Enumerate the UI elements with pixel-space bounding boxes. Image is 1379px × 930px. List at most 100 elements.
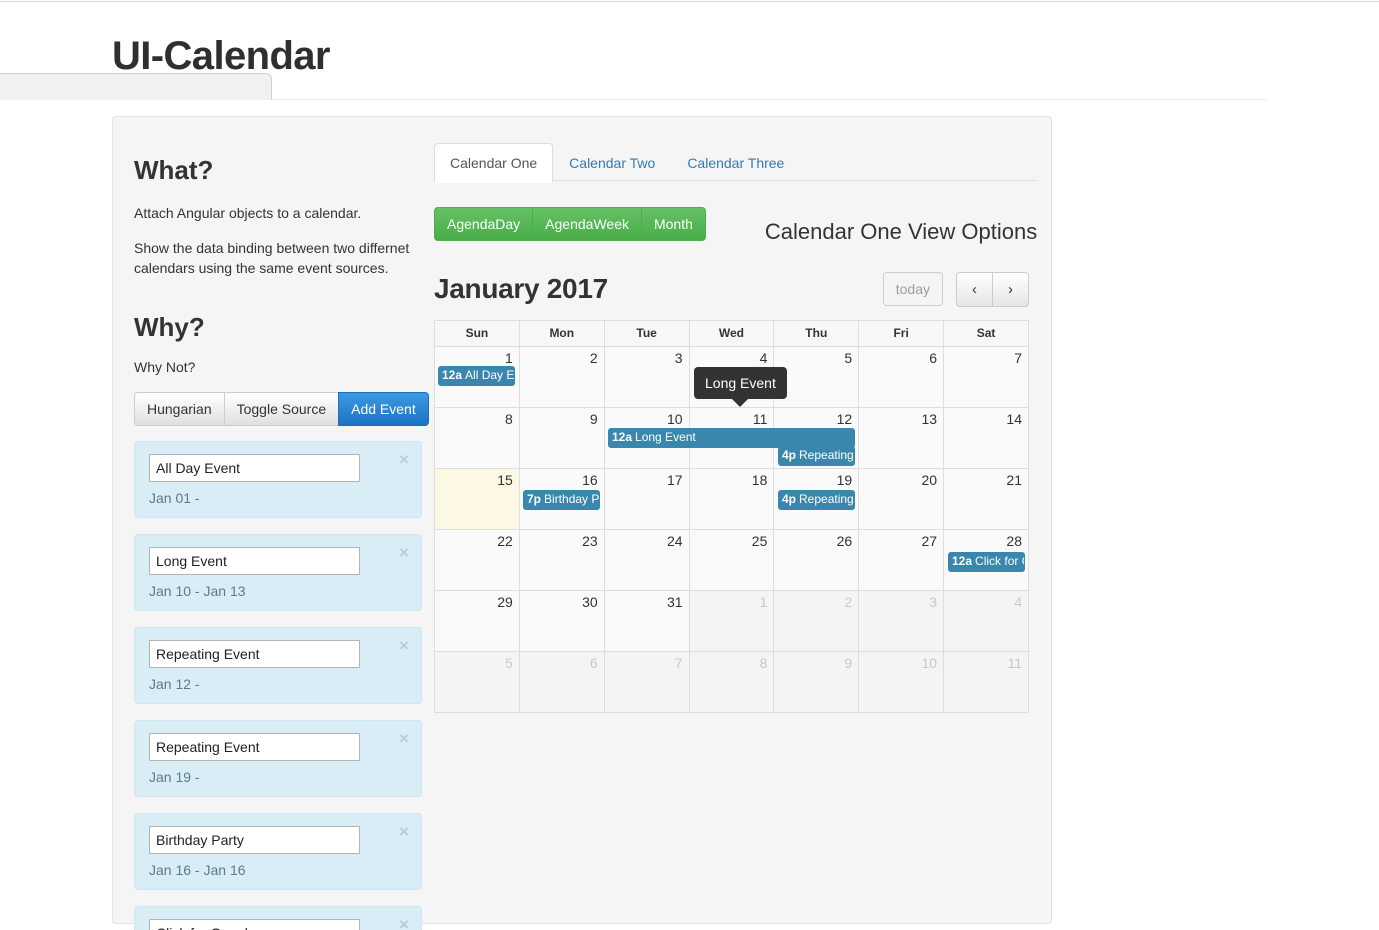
calendar-day-cell[interactable]: 10 bbox=[858, 651, 945, 713]
calendar-day-cell[interactable]: 21 bbox=[943, 468, 1029, 530]
calendar-day-cell[interactable]: 31 bbox=[603, 590, 690, 652]
day-number: 31 bbox=[666, 594, 683, 610]
calendar-event[interactable]: 12a Long Event bbox=[608, 428, 855, 448]
month-button[interactable]: Month bbox=[640, 207, 706, 241]
weekday-header-thu: Thu bbox=[773, 320, 860, 347]
day-number: 1 bbox=[505, 350, 513, 366]
calendar-week-row: 22 23 24 25 26 27 28 bbox=[434, 529, 1029, 591]
calendar-day-cell[interactable]: 6 bbox=[858, 346, 945, 408]
event-title-input[interactable] bbox=[149, 733, 360, 761]
calendar-day-cell[interactable]: 17 bbox=[603, 468, 690, 530]
remove-event-icon[interactable]: × bbox=[399, 730, 409, 747]
tab-calendar-two[interactable]: Calendar Two bbox=[553, 143, 671, 183]
calendar-day-cell[interactable]: 29 bbox=[434, 590, 520, 652]
event-title-input[interactable] bbox=[149, 454, 360, 482]
remove-event-icon[interactable]: × bbox=[399, 916, 409, 930]
agendaday-button[interactable]: AgendaDay bbox=[434, 207, 534, 241]
day-number: 14 bbox=[1006, 411, 1022, 427]
calendar-event[interactable]: 12a All Day E bbox=[438, 366, 515, 386]
remove-event-icon[interactable]: × bbox=[399, 823, 409, 840]
calendar-day-cell[interactable]: 8 bbox=[434, 407, 520, 469]
page-bottom-strip bbox=[0, 43, 112, 73]
prev-month-button[interactable]: ‹ bbox=[956, 271, 993, 307]
calendar-day-cell[interactable]: 11 bbox=[943, 651, 1029, 713]
calendar-day-cell[interactable]: 4 bbox=[943, 590, 1029, 652]
tab-item[interactable]: Calendar One bbox=[434, 143, 554, 183]
calendar-content: Calendar One Calendar Two Calendar Three A… bbox=[433, 117, 1057, 923]
calendar-day-cell[interactable]: 9 bbox=[518, 407, 605, 469]
tab-item[interactable]: Calendar Three bbox=[671, 143, 800, 181]
weekday-header-wed: Wed bbox=[688, 320, 775, 347]
event-title-input[interactable] bbox=[149, 640, 360, 668]
toggle-source-button[interactable]: Toggle Source bbox=[223, 392, 340, 426]
event-title-input[interactable] bbox=[149, 547, 360, 575]
calendar-day-cell[interactable]: 20 bbox=[858, 468, 945, 530]
day-number: 16 bbox=[582, 472, 598, 488]
event-time: 4p bbox=[782, 492, 797, 506]
calendar-day-cell[interactable]: 2 bbox=[773, 590, 860, 652]
calendar-day-cell[interactable]: 23 bbox=[518, 529, 605, 591]
calendar-day-cell[interactable]: 27 bbox=[858, 529, 945, 591]
sidebar-event-card: × Jan 19 - bbox=[134, 720, 422, 797]
calendar-day-cell[interactable]: 14 bbox=[943, 407, 1029, 469]
event-tooltip: Long Event bbox=[694, 367, 787, 407]
event-date-range: Jan 01 - bbox=[149, 490, 200, 506]
day-number: 20 bbox=[921, 472, 938, 488]
calendar-day-cell[interactable]: 22 bbox=[434, 529, 520, 591]
agendaweek-button[interactable]: AgendaWeek bbox=[532, 207, 642, 241]
calendar-day-cell[interactable]: 25 bbox=[688, 529, 775, 591]
page-root: UI-Calendar What? Attach Angular objects… bbox=[0, 0, 1379, 930]
event-time: 12a bbox=[442, 368, 463, 382]
calendar-nav: today ‹ › bbox=[882, 271, 1029, 307]
calendar-day-cell[interactable]: 24 bbox=[603, 529, 690, 591]
day-number: 8 bbox=[505, 411, 513, 427]
today-button[interactable]: today bbox=[882, 272, 943, 306]
calendar-day-cell[interactable]: 1 bbox=[688, 590, 775, 652]
calendar-day-cell[interactable]: 5 bbox=[434, 651, 520, 713]
event-date-range: Jan 10 - Jan 13 bbox=[149, 583, 246, 599]
tab-calendar-three[interactable]: Calendar Three bbox=[671, 143, 800, 183]
next-month-button[interactable]: › bbox=[992, 271, 1029, 307]
add-event-button[interactable]: Add Event bbox=[338, 392, 429, 426]
day-number: 9 bbox=[844, 655, 853, 671]
day-number: 13 bbox=[921, 411, 938, 427]
calendar-event[interactable]: 4p Repeating bbox=[778, 490, 855, 510]
remove-event-icon[interactable]: × bbox=[399, 544, 409, 561]
weekday-header-sat: Sat bbox=[943, 320, 1029, 347]
calendar-day-cell[interactable]: 7 bbox=[943, 346, 1029, 408]
calendar-event[interactable]: 4p Repeating bbox=[778, 446, 855, 466]
day-number: 7 bbox=[674, 655, 683, 671]
calendar-day-cell[interactable]: 7 bbox=[603, 651, 690, 713]
event-title-input[interactable] bbox=[149, 826, 360, 854]
day-number: 22 bbox=[497, 533, 513, 549]
tab-item[interactable]: Calendar Two bbox=[553, 143, 671, 181]
event-title-input[interactable] bbox=[149, 919, 360, 930]
main-panel: What? Attach Angular objects to a calend… bbox=[112, 116, 1052, 930]
event-date-range: Jan 16 - Jan 16 bbox=[149, 862, 246, 878]
calendar-day-cell[interactable]: 9 bbox=[773, 651, 860, 713]
calendar-day-cell[interactable]: 13 bbox=[858, 407, 945, 469]
tab-calendar-one[interactable]: Calendar One bbox=[434, 143, 554, 183]
day-number: 15 bbox=[497, 472, 513, 488]
page-title: UI-Calendar bbox=[112, 34, 331, 78]
calendar-event[interactable]: 7p Birthday P bbox=[523, 490, 600, 510]
calendar-day-cell[interactable]: 26 bbox=[773, 529, 860, 591]
event-title: Repeating bbox=[799, 492, 854, 506]
calendar-day-cell[interactable]: 3 bbox=[858, 590, 945, 652]
calendar-day-cell[interactable]: 30 bbox=[518, 590, 605, 652]
view-options-title: Calendar One View Options bbox=[764, 218, 1038, 244]
calendar-grid-wrapper: Sun Mon Tue Wed Thu Fri Sat 1 2 3 4 5 6 7 8 9 10 11 12 13 1… bbox=[434, 320, 1029, 713]
day-number: 1 bbox=[759, 594, 768, 610]
calendar-event[interactable]: 12aClick for G bbox=[948, 552, 1025, 572]
calendar-day-cell[interactable]: 2 bbox=[518, 346, 605, 408]
page-content: UI-Calendar What? Attach Angular objects… bbox=[0, 3, 1379, 930]
calendar-day-cell[interactable]: 3 bbox=[603, 346, 690, 408]
calendar-day-cell[interactable]: 6 bbox=[518, 651, 605, 713]
calendar-day-cell[interactable]: 18 bbox=[688, 468, 775, 530]
remove-event-icon[interactable]: × bbox=[399, 637, 409, 654]
calendar-day-cell[interactable]: 15 bbox=[434, 468, 520, 530]
calendar-day-cell[interactable]: 8 bbox=[688, 651, 775, 713]
remove-event-icon[interactable]: × bbox=[399, 451, 409, 468]
tooltip-arrow-icon bbox=[732, 399, 749, 407]
hungarian-button[interactable]: Hungarian bbox=[134, 392, 225, 426]
